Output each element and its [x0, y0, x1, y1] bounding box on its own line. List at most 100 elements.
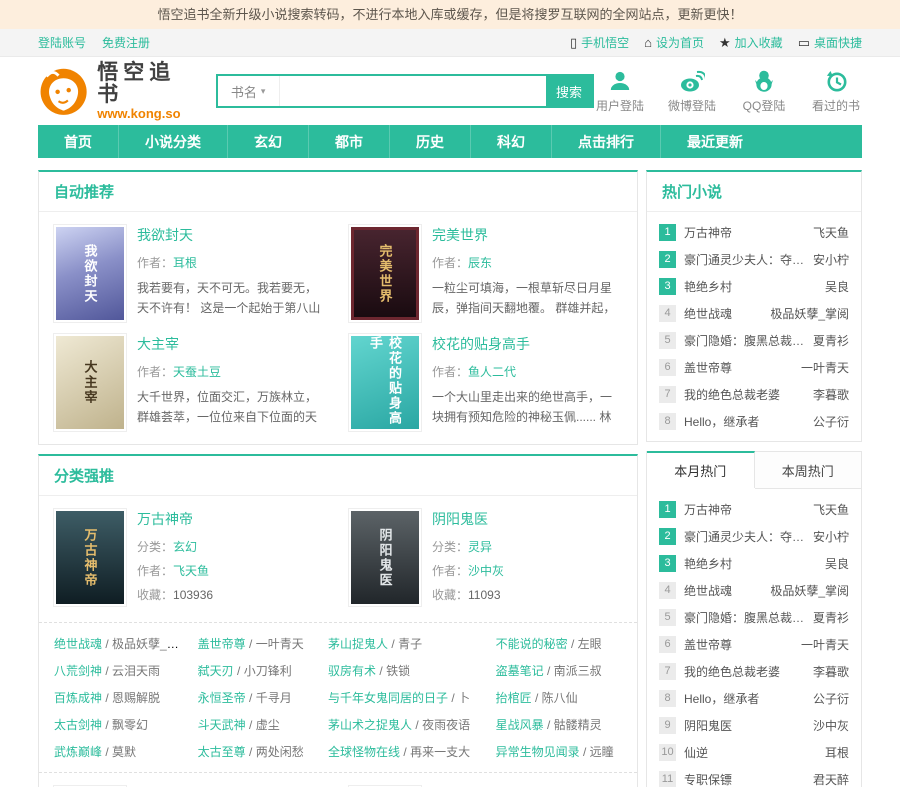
- mobile-site-link[interactable]: ▯ 手机悟空: [570, 34, 629, 51]
- book-link[interactable]: 太古剑神 / 飘零幻: [54, 716, 190, 733]
- list-item[interactable]: 2豪门通灵少夫人：夺吻99安小柠: [659, 246, 849, 273]
- book-title[interactable]: 我的绝色总裁老婆: [684, 663, 805, 680]
- list-item[interactable]: 10仙逆耳根: [659, 739, 849, 766]
- book-category[interactable]: 玄幻: [173, 540, 197, 554]
- nav-history[interactable]: 历史: [389, 125, 470, 158]
- link-book[interactable]: 八荒剑神: [54, 664, 102, 678]
- desktop-shortcut-link[interactable]: ▭ 桌面快捷: [798, 34, 862, 51]
- book-title[interactable]: 万古神帝: [684, 224, 805, 241]
- nav-scifi[interactable]: 科幻: [470, 125, 551, 158]
- book-link[interactable]: 百炼成神 / 恩赐解脱: [54, 689, 190, 706]
- book-cover[interactable]: 大主宰: [53, 333, 127, 432]
- list-item[interactable]: 8Hello，继承者公子衍: [659, 685, 849, 712]
- book-title[interactable]: 豪门通灵少夫人：夺吻99次: [684, 528, 805, 545]
- link-book[interactable]: 百炼成神: [54, 691, 102, 705]
- book-link[interactable]: 抬棺匠 / 陈八仙: [496, 689, 622, 706]
- book-cover[interactable]: 我欲封天: [53, 224, 127, 323]
- link-book[interactable]: 太古剑神: [54, 718, 102, 732]
- link-book[interactable]: 盗墓笔记: [496, 664, 544, 678]
- list-item[interactable]: 4绝世战魂极品妖孽_掌阅: [659, 300, 849, 327]
- list-item[interactable]: 8Hello，继承者公子衍: [659, 408, 849, 435]
- list-item[interactable]: 3艳绝乡村吴良: [659, 550, 849, 577]
- set-homepage-link[interactable]: ⌂ 设为首页: [644, 34, 704, 51]
- nav-recent-updates[interactable]: 最近更新: [660, 125, 769, 158]
- book-title[interactable]: 大主宰: [137, 334, 328, 354]
- book-title[interactable]: 我欲封天: [137, 225, 328, 245]
- link-book[interactable]: 不能说的秘密: [496, 637, 568, 651]
- book-link[interactable]: 永恒圣帝 / 千寻月: [198, 689, 320, 706]
- book-link[interactable]: 茅山捉鬼人 / 青子: [328, 635, 488, 652]
- book-author[interactable]: 天蚕土豆: [173, 365, 221, 379]
- link-book[interactable]: 武炼巅峰: [54, 745, 102, 759]
- list-item[interactable]: 2豪门通灵少夫人：夺吻99次安小柠: [659, 523, 849, 550]
- link-book[interactable]: 弑天刃: [198, 664, 234, 678]
- search-input[interactable]: [280, 76, 546, 106]
- book-title[interactable]: 万古神帝: [137, 509, 328, 529]
- book-title[interactable]: 专职保镖: [684, 771, 805, 787]
- book-category[interactable]: 灵异: [468, 540, 492, 554]
- link-book[interactable]: 茅山术之捉鬼人: [328, 718, 412, 732]
- list-item[interactable]: 1万古神帝飞天鱼: [659, 219, 849, 246]
- book-title[interactable]: 绝世战魂: [684, 582, 762, 599]
- qq-login-button[interactable]: QQ登陆: [738, 68, 790, 114]
- list-item[interactable]: 1万古神帝飞天鱼: [659, 496, 849, 523]
- book-link[interactable]: 星战风暴 / 骷髅精灵: [496, 716, 622, 733]
- list-item[interactable]: 3艳绝乡村吴良: [659, 273, 849, 300]
- nav-categories[interactable]: 小说分类: [118, 125, 227, 158]
- search-button[interactable]: 搜索: [546, 76, 592, 106]
- book-author[interactable]: 飞天鱼: [173, 564, 209, 578]
- search-category-dropdown[interactable]: 书名 ▾: [218, 76, 280, 106]
- register-link[interactable]: 免费注册: [102, 34, 150, 51]
- link-book[interactable]: 盖世帝尊: [198, 637, 246, 651]
- link-book[interactable]: 斗天武神: [198, 718, 246, 732]
- list-item[interactable]: 7我的绝色总裁老婆李暮歌: [659, 658, 849, 685]
- add-favorite-link[interactable]: ★ 加入收藏: [719, 34, 783, 51]
- book-link[interactable]: 异常生物见闻录 / 远瞳: [496, 743, 622, 760]
- link-book[interactable]: 星战风暴: [496, 718, 544, 732]
- book-title[interactable]: 盖世帝尊: [684, 359, 793, 376]
- book-cover[interactable]: 万古神帝: [53, 508, 127, 607]
- list-item[interactable]: 11专职保镖君天醉: [659, 766, 849, 787]
- list-item[interactable]: 6盖世帝尊一叶青天: [659, 354, 849, 381]
- book-link[interactable]: 武炼巅峰 / 莫默: [54, 743, 190, 760]
- nav-click-rank[interactable]: 点击排行: [551, 125, 660, 158]
- list-item[interactable]: 5豪门隐婚：腹黑总裁专宠夏青衫: [659, 327, 849, 354]
- book-title[interactable]: 万古神帝: [684, 501, 805, 518]
- book-cover[interactable]: 校花的贴身高手: [348, 333, 422, 432]
- book-link[interactable]: 茅山术之捉鬼人 / 夜雨夜语: [328, 716, 488, 733]
- link-book[interactable]: 驭房有术: [328, 664, 376, 678]
- book-link[interactable]: 盗墓笔记 / 南派三叔: [496, 662, 622, 679]
- book-link[interactable]: 盖世帝尊 / 一叶青天: [198, 635, 320, 652]
- book-author[interactable]: 耳根: [173, 256, 197, 270]
- list-item[interactable]: 7我的绝色总裁老婆李暮歌: [659, 381, 849, 408]
- list-item[interactable]: 5豪门隐婚：腹黑总裁专宠妻夏青衫: [659, 604, 849, 631]
- book-link[interactable]: 八荒剑神 / 云泪天雨: [54, 662, 190, 679]
- book-title[interactable]: 阴阳鬼医: [684, 717, 805, 734]
- link-book[interactable]: 绝世战魂: [54, 637, 102, 651]
- book-title[interactable]: 盖世帝尊: [684, 636, 793, 653]
- link-book[interactable]: 太古至尊: [198, 745, 246, 759]
- book-title[interactable]: 我的绝色总裁老婆: [684, 386, 805, 403]
- book-title[interactable]: 仙逆: [684, 744, 817, 761]
- book-title[interactable]: 豪门通灵少夫人：夺吻99: [684, 251, 805, 268]
- book-author[interactable]: 鱼人二代: [468, 365, 516, 379]
- book-link[interactable]: 斗天武神 / 虚尘: [198, 716, 320, 733]
- book-link[interactable]: 弑天刃 / 小刀锋利: [198, 662, 320, 679]
- book-link[interactable]: 绝世战魂 / 极品妖孽_掌阅: [54, 635, 190, 652]
- book-title[interactable]: 校花的贴身高手: [432, 334, 623, 354]
- link-book[interactable]: 与千年女鬼同居的日子: [328, 691, 448, 705]
- nav-home[interactable]: 首页: [38, 125, 118, 158]
- book-author[interactable]: 沙中灰: [468, 564, 504, 578]
- book-author[interactable]: 辰东: [468, 256, 492, 270]
- link-book[interactable]: 永恒圣帝: [198, 691, 246, 705]
- list-item[interactable]: 9阴阳鬼医沙中灰: [659, 712, 849, 739]
- book-cover[interactable]: 完美世界: [348, 224, 422, 323]
- book-title[interactable]: 完美世界: [432, 225, 623, 245]
- link-book[interactable]: 茅山捉鬼人: [328, 637, 388, 651]
- nav-urban[interactable]: 都市: [308, 125, 389, 158]
- book-title[interactable]: 艳绝乡村: [684, 555, 817, 572]
- link-book[interactable]: 异常生物见闻录: [496, 745, 580, 759]
- book-title[interactable]: 绝世战魂: [684, 305, 762, 322]
- book-title[interactable]: Hello，继承者: [684, 690, 805, 707]
- book-cover[interactable]: 阴阳鬼医: [348, 508, 422, 607]
